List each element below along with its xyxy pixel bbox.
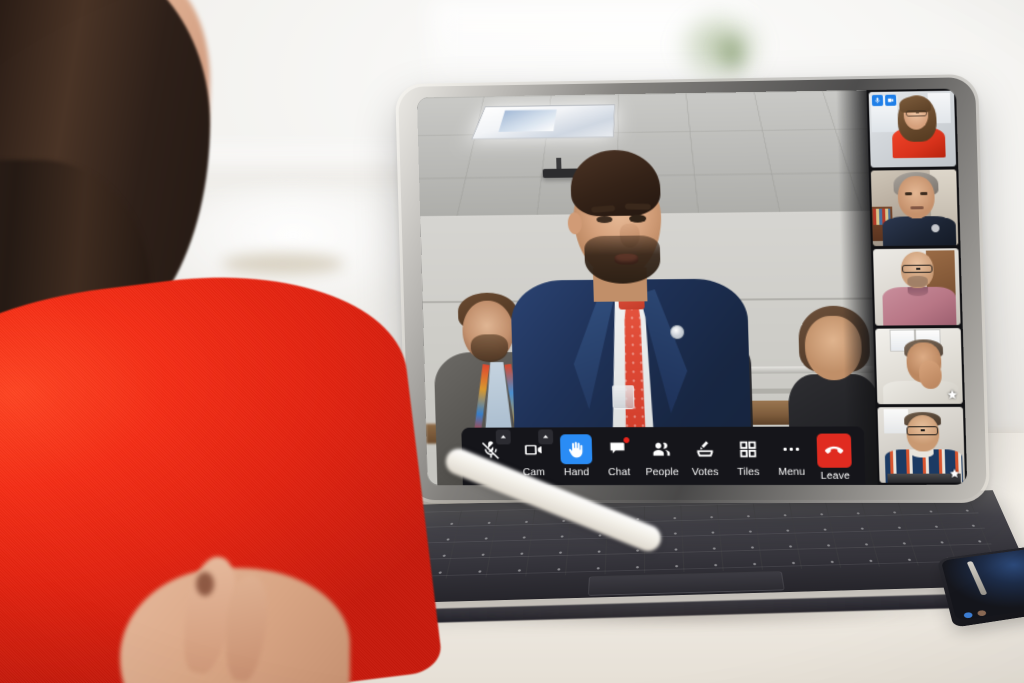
people-icon[interactable] [645,434,678,464]
screenshot-scene: Mic Cam [0,0,1024,683]
toolbar-label-people: People [645,465,679,479]
participant-glasses [901,265,933,274]
trackpad[interactable] [587,571,785,596]
participant-thumbnail-2[interactable] [870,169,959,247]
toolbar-label-votes: Votes [691,465,719,478]
participant-thumbnail-1[interactable] [868,90,957,168]
hang-up-phone-icon[interactable] [816,433,853,468]
laptop-screen[interactable]: Mic Cam [416,88,968,486]
speaker-eyebrow-right [624,203,651,210]
keyboard-key-glyphs [365,497,1000,581]
participant-thumbnail-3[interactable] [873,248,961,326]
speaker-mouth [614,253,639,265]
ballot-box-icon[interactable] [688,434,721,464]
cam-options-chevron-up-icon[interactable] [538,429,554,445]
laptop-shadow [390,606,970,636]
mic-badge-icon [871,94,884,107]
more-options-icon[interactable] [775,434,808,464]
toolbar-button-chat[interactable]: Chat [597,434,641,479]
speaker-lapel-pin [670,325,685,340]
raised-hand-icon[interactable] [559,434,593,465]
toolbar-label-tiles: Tiles [737,465,760,478]
mic-options-chevron-up-icon[interactable] [495,429,511,445]
participant-thumbnail-4[interactable] [875,327,963,405]
toolbar-button-hand[interactable]: Hand [554,434,598,479]
toolbar-button-votes[interactable]: Votes [683,434,727,478]
toolbar-button-tiles[interactable]: Tiles [726,434,770,478]
participant-glasses [906,425,939,436]
laptop-keyboard-base[interactable] [330,490,1024,605]
participant-hand [918,360,942,389]
chat-bubble-icon[interactable] [602,434,635,464]
toolbar-button-leave[interactable]: Leave [812,433,857,482]
pinned-icon [948,467,961,479]
water-glass [612,385,635,410]
participant-glasses [905,110,928,117]
pinned-icon [946,388,959,400]
chat-unread-badge [622,436,631,445]
grid-layout-icon[interactable] [731,434,764,464]
viewer-fingernail [196,572,214,596]
toolbar-button-people[interactable]: People [640,434,684,478]
ceiling-light-reflection [498,109,557,133]
toolbar-label-hand: Hand [563,466,590,479]
participant-thumbnail-5[interactable] [877,406,966,483]
toolbar-label-menu: Menu [778,465,806,478]
toolbar-label-leave: Leave [820,469,851,482]
speaker-ear [567,212,583,235]
toolbar-label-chat: Chat [607,466,631,479]
participant-thumbnail-strip[interactable] [866,88,968,485]
camera-badge-icon [884,94,897,106]
thumbnail-status-badges [871,94,897,107]
toolbar-button-menu[interactable]: Menu [769,434,814,478]
